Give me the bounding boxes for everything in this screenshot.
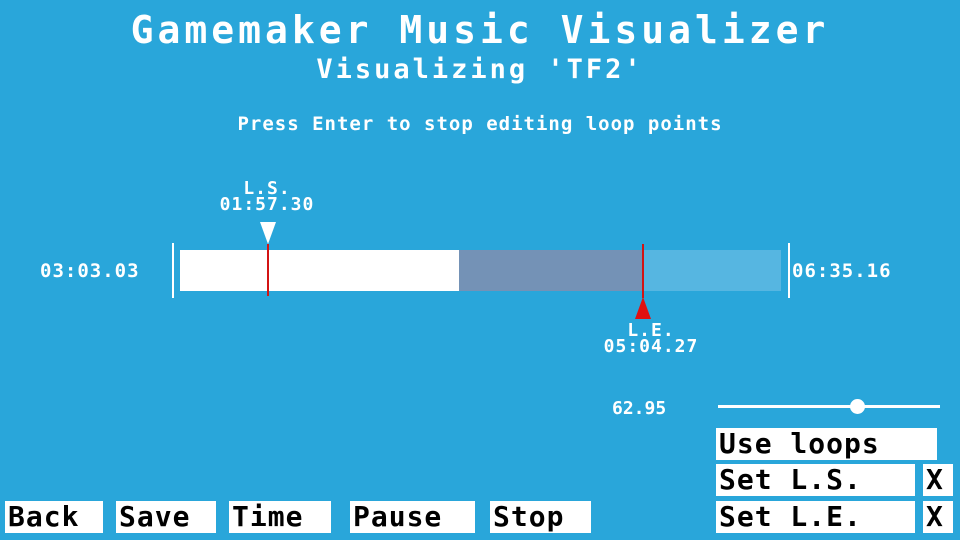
save-button[interactable]: Save (116, 501, 216, 533)
track-subtitle: Visualizing 'TF2' (316, 54, 644, 85)
end-time-label: 06:35.16 (792, 260, 892, 282)
back-button[interactable]: Back (5, 501, 103, 533)
timeline-end-bound (788, 243, 790, 298)
loop-end-handle-icon[interactable] (635, 297, 651, 319)
played-region (180, 250, 459, 291)
volume-slider-thumb[interactable] (850, 399, 865, 414)
loop-end-time: 05:04.27 (603, 336, 699, 357)
start-time-label: 03:03.03 (40, 260, 140, 282)
set-loop-start-button[interactable]: Set L.S. (716, 464, 915, 496)
loop-region (459, 250, 643, 291)
app-title: Gamemaker Music Visualizer (130, 8, 830, 52)
loop-start-line (267, 244, 269, 296)
timeline-track[interactable] (180, 250, 781, 291)
timeline-start-bound (172, 243, 174, 298)
loop-end-marker-text: L.E. 05:04.27 (581, 322, 721, 357)
clear-loop-start-button[interactable]: X (923, 464, 953, 496)
set-loop-end-button[interactable]: Set L.E. (716, 501, 915, 533)
loop-end-line (642, 244, 644, 298)
loop-start-time: 01:57.30 (219, 194, 315, 215)
loop-start-marker-text: L.S. 01:57.30 (197, 180, 337, 215)
loop-start-handle-icon[interactable] (260, 222, 276, 244)
stop-button[interactable]: Stop (490, 501, 591, 533)
clear-loop-end-button[interactable]: X (923, 501, 953, 533)
pause-button[interactable]: Pause (350, 501, 475, 533)
use-loops-button[interactable]: Use loops (716, 428, 937, 460)
instruction-text: Press Enter to stop editing loop points (237, 113, 723, 135)
time-button[interactable]: Time (229, 501, 331, 533)
volume-value: 62.95 (612, 398, 667, 419)
volume-slider-track[interactable] (718, 405, 940, 408)
